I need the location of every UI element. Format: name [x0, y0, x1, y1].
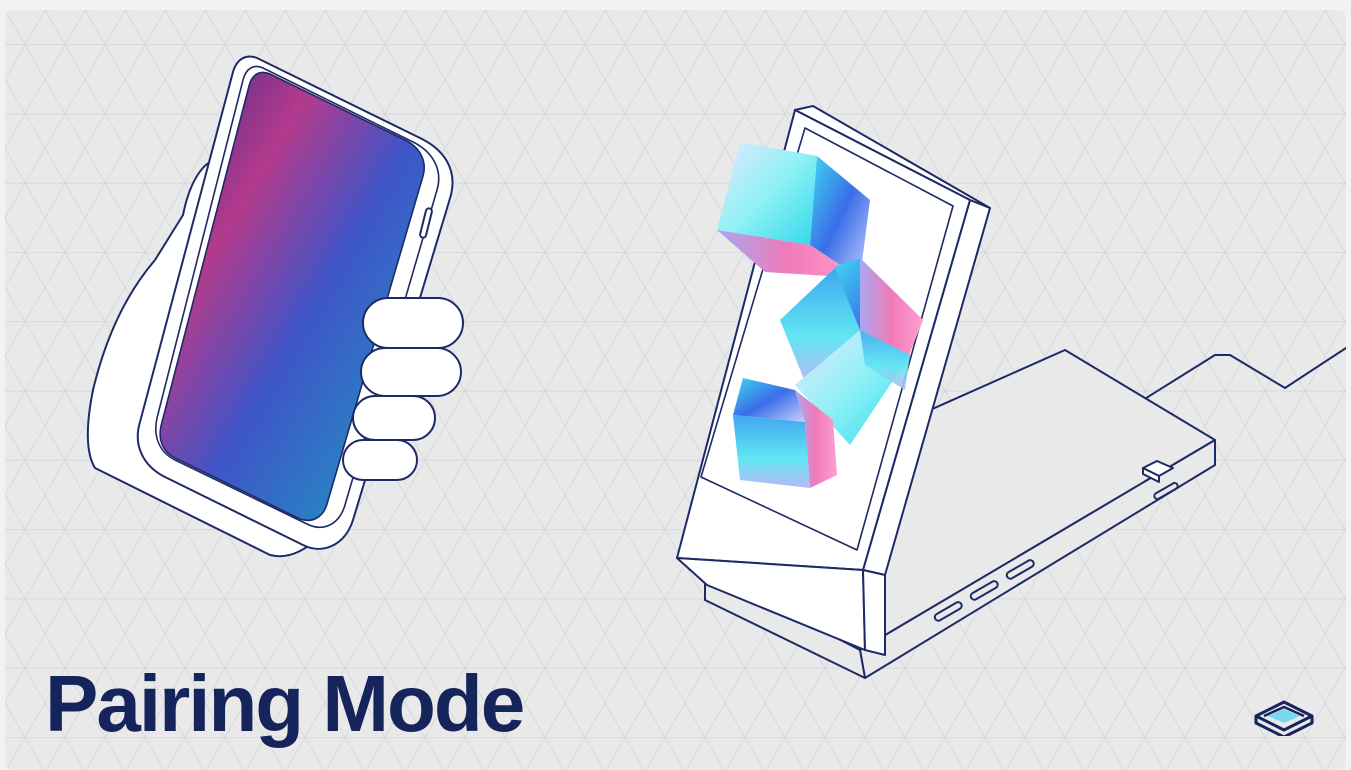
dock-cable — [1134, 347, 1346, 406]
display-chin-side — [862, 569, 886, 656]
brand-logo-icon — [1254, 700, 1314, 736]
pairing-mode-card: Pairing Mode — [5, 10, 1346, 770]
display-chin — [676, 557, 866, 651]
finger-3 — [352, 395, 436, 441]
page-title: Pairing Mode — [45, 659, 525, 748]
finger-2 — [360, 347, 462, 397]
finger-4 — [342, 439, 418, 481]
finger-1 — [362, 297, 464, 349]
hand-holding-phone — [86, 55, 464, 558]
